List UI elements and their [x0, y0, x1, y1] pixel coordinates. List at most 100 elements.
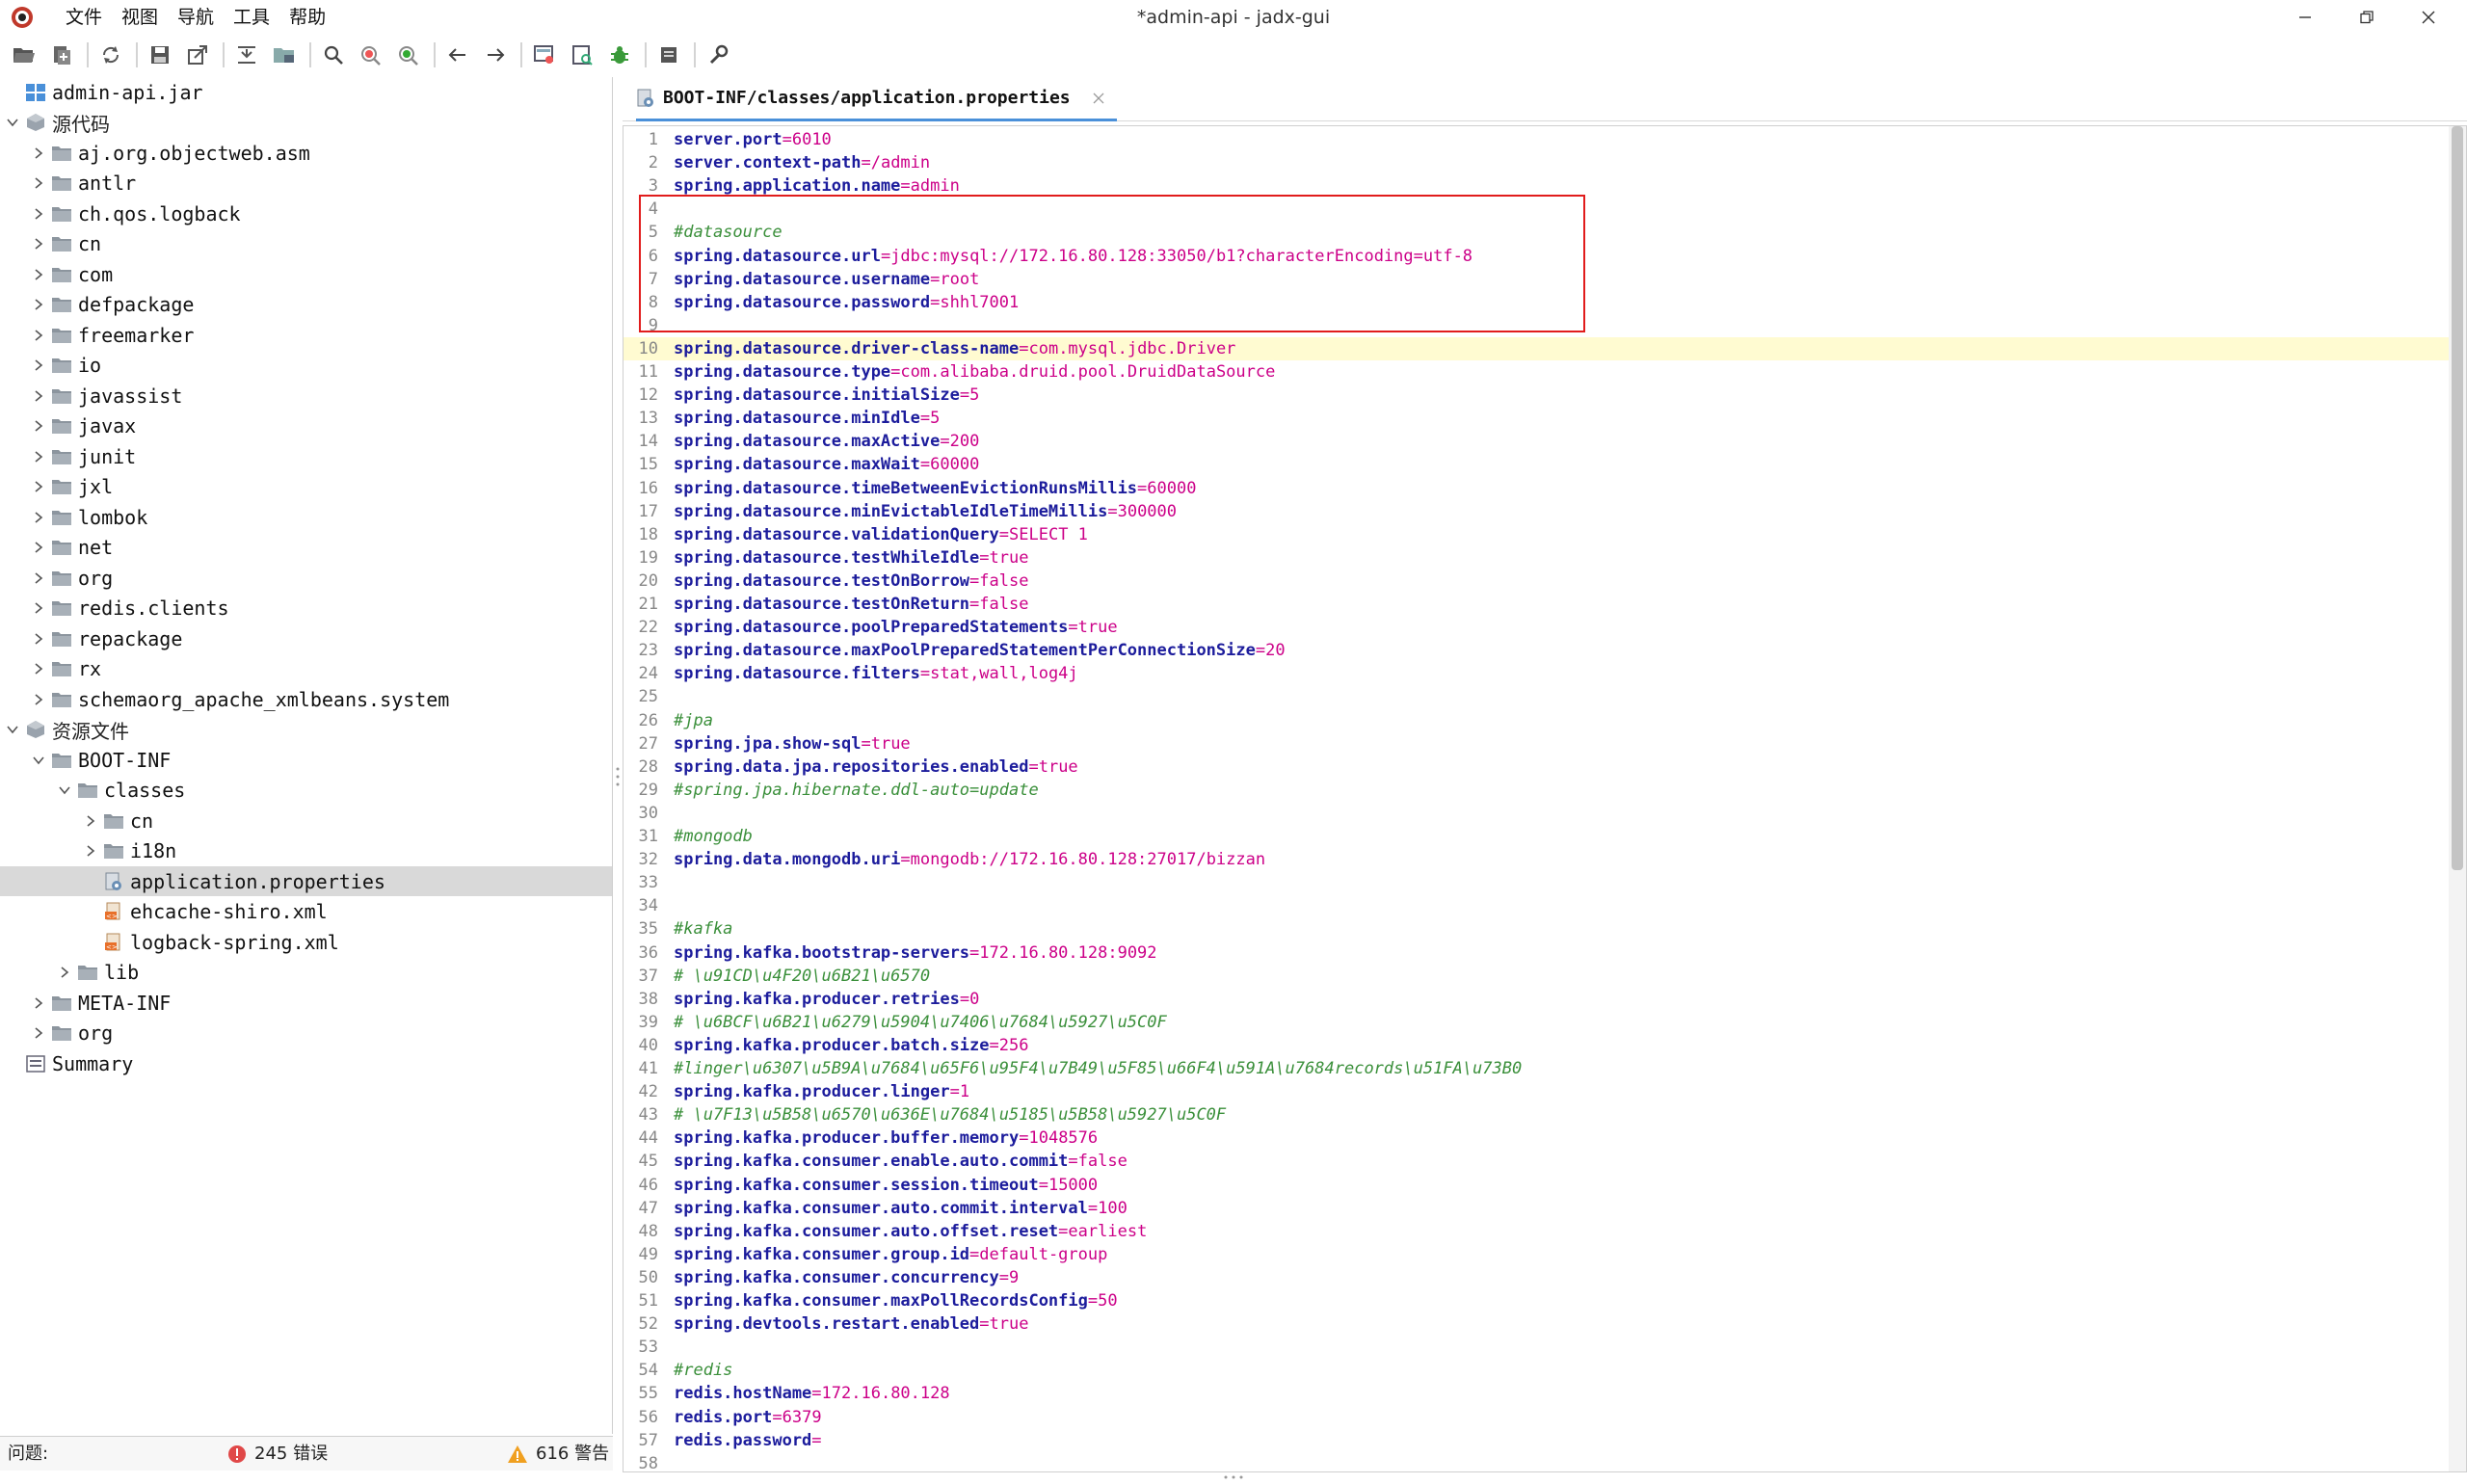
tree-expander[interactable]: [32, 480, 45, 493]
code-line[interactable]: 25: [623, 685, 2449, 708]
chevron-right-icon[interactable]: [32, 480, 45, 493]
tree-package-15[interactable]: redis.clients: [0, 594, 612, 623]
tree-expander[interactable]: [58, 783, 71, 797]
tree-package-16[interactable]: repackage: [0, 623, 612, 653]
chevron-right-icon[interactable]: [32, 207, 45, 221]
tab-close-button[interactable]: [1092, 92, 1105, 105]
code-line[interactable]: 20 spring.datasource.testOnBorrow=false: [623, 570, 2449, 593]
tree-expander[interactable]: [32, 358, 45, 372]
tree-expander[interactable]: [32, 754, 45, 767]
flatten-packages-button[interactable]: [268, 39, 301, 71]
tree-package-3[interactable]: cn: [0, 229, 612, 259]
code-line[interactable]: 10 spring.datasource.driver-class-name=co…: [623, 336, 2449, 360]
chevron-right-icon[interactable]: [32, 662, 45, 676]
tree-package-13[interactable]: net: [0, 533, 612, 563]
tree-summary[interactable]: Summary: [0, 1048, 612, 1078]
code-line[interactable]: 21 spring.datasource.testOnReturn=false: [623, 593, 2449, 616]
tree-package-5[interactable]: defpackage: [0, 290, 612, 320]
log-viewer-button[interactable]: [652, 39, 685, 71]
code-line[interactable]: 50 spring.kafka.consumer.concurrency=9: [623, 1266, 2449, 1289]
code-editor[interactable]: 1 server.port=6010 2 server.context-path=/a…: [623, 125, 2467, 1472]
chevron-right-icon[interactable]: [32, 268, 45, 281]
tree-expander[interactable]: [32, 541, 45, 554]
tree-expander[interactable]: [32, 662, 45, 676]
menu-navigation[interactable]: 导航: [168, 0, 224, 35]
tree-expander[interactable]: [58, 966, 71, 979]
code-line[interactable]: 17 spring.datasource.minEvictableIdleTime…: [623, 500, 2449, 523]
code-line[interactable]: 54 #redis: [623, 1359, 2449, 1382]
tree-expander[interactable]: [84, 814, 97, 828]
tree-package-11[interactable]: jxl: [0, 472, 612, 502]
reload-button[interactable]: [94, 39, 127, 71]
code-line[interactable]: 30: [623, 802, 2449, 825]
tree-package-4[interactable]: com: [0, 259, 612, 289]
chevron-right-icon[interactable]: [84, 814, 97, 828]
code-line[interactable]: 49 spring.kafka.consumer.group.id=default…: [623, 1243, 2449, 1266]
code-line[interactable]: 31 #mongodb: [623, 825, 2449, 848]
code-line[interactable]: 28 spring.data.jpa.repositories.enabled=t…: [623, 755, 2449, 779]
add-files-button[interactable]: [45, 39, 78, 71]
chevron-down-icon[interactable]: [32, 754, 45, 767]
close-button[interactable]: [2398, 0, 2459, 35]
tree-folder-classes[interactable]: classes: [0, 776, 612, 806]
tree-package-9[interactable]: javax: [0, 411, 612, 441]
tree-expander[interactable]: [6, 723, 19, 736]
tree-expander[interactable]: [32, 268, 45, 281]
tree-expander[interactable]: [32, 207, 45, 221]
code-line[interactable]: 18 spring.datasource.validationQuery=SELE…: [623, 523, 2449, 546]
tree-package-6[interactable]: freemarker: [0, 320, 612, 350]
chevron-right-icon[interactable]: [32, 329, 45, 342]
code-line[interactable]: 51 spring.kafka.consumer.maxPollRecordsCo…: [623, 1289, 2449, 1312]
splitter-handle-icon[interactable]: [615, 765, 621, 788]
sync-with-editor-button[interactable]: [230, 39, 263, 71]
code-line[interactable]: 35 #kafka: [623, 917, 2449, 941]
chevron-right-icon[interactable]: [32, 146, 45, 160]
code-line[interactable]: 42 spring.kafka.producer.linger=1: [623, 1080, 2449, 1103]
code-line[interactable]: 37 # \u91CD\u4F20\u6B21\u6570: [623, 965, 2449, 988]
code-line[interactable]: 2 server.context-path=/admin: [623, 151, 2449, 174]
tree-group-resources[interactable]: 资源文件: [0, 715, 612, 745]
chevron-right-icon[interactable]: [32, 358, 45, 372]
preferences-button[interactable]: [702, 39, 734, 71]
tree-expander[interactable]: [32, 329, 45, 342]
splitter-handle-icon[interactable]: [1222, 1474, 1245, 1480]
code-line[interactable]: 33: [623, 871, 2449, 894]
code-line[interactable]: 29 #spring.jpa.hibernate.ddl-auto=update: [623, 779, 2449, 802]
code-line[interactable]: 44 spring.kafka.producer.buffer.memory=10…: [623, 1126, 2449, 1150]
find-usage-button[interactable]: [392, 39, 425, 71]
chevron-right-icon[interactable]: [32, 601, 45, 615]
code-line[interactable]: 24 spring.datasource.filters=stat,wall,lo…: [623, 662, 2449, 685]
warnings-status[interactable]: 616 警告: [507, 1437, 609, 1471]
code-line[interactable]: 57 redis.password=: [623, 1429, 2449, 1452]
code-line[interactable]: 26 #jpa: [623, 709, 2449, 732]
code-line[interactable]: 47 spring.kafka.consumer.auto.commit.inte…: [623, 1197, 2449, 1220]
tree-expander[interactable]: [32, 450, 45, 464]
code-line[interactable]: 14 spring.datasource.maxActive=200: [623, 430, 2449, 453]
chevron-down-icon[interactable]: [58, 783, 71, 797]
code-line[interactable]: 34: [623, 894, 2449, 917]
chevron-right-icon[interactable]: [32, 1026, 45, 1040]
menu-view[interactable]: 视图: [112, 0, 168, 35]
code-line[interactable]: 13 spring.datasource.minIdle=5: [623, 407, 2449, 430]
code-line[interactable]: 16 spring.datasource.timeBetweenEvictionR…: [623, 477, 2449, 500]
code-line[interactable]: 56 redis.port=6379: [623, 1406, 2449, 1429]
code-line[interactable]: 45 spring.kafka.consumer.enable.auto.comm…: [623, 1150, 2449, 1173]
code-line[interactable]: 43 # \u7F13\u5B58\u6570\u636E\u7684\u5185…: [623, 1103, 2449, 1126]
chevron-right-icon[interactable]: [32, 541, 45, 554]
tree-root-jar[interactable]: admin-api.jar: [0, 77, 612, 107]
chevron-right-icon[interactable]: [32, 996, 45, 1010]
code-line[interactable]: 27 spring.jpa.show-sql=true: [623, 732, 2449, 755]
code-line[interactable]: 32 spring.data.mongodb.uri=mongodb://172.…: [623, 848, 2449, 871]
decompile-all-button[interactable]: [528, 39, 561, 71]
code-line[interactable]: 23 spring.datasource.maxPoolPreparedState…: [623, 639, 2449, 662]
chevron-right-icon[interactable]: [84, 844, 97, 858]
chevron-right-icon[interactable]: [32, 419, 45, 433]
export-button[interactable]: [181, 39, 214, 71]
tree-expander[interactable]: [32, 1026, 45, 1040]
tree-package-12[interactable]: lombok: [0, 502, 612, 532]
code-line[interactable]: 40 spring.kafka.producer.batch.size=256: [623, 1034, 2449, 1057]
tree-package-17[interactable]: rx: [0, 654, 612, 684]
menu-file[interactable]: 文件: [56, 0, 112, 35]
chevron-right-icon[interactable]: [32, 176, 45, 190]
code-line[interactable]: 55 redis.hostName=172.16.80.128: [623, 1382, 2449, 1405]
